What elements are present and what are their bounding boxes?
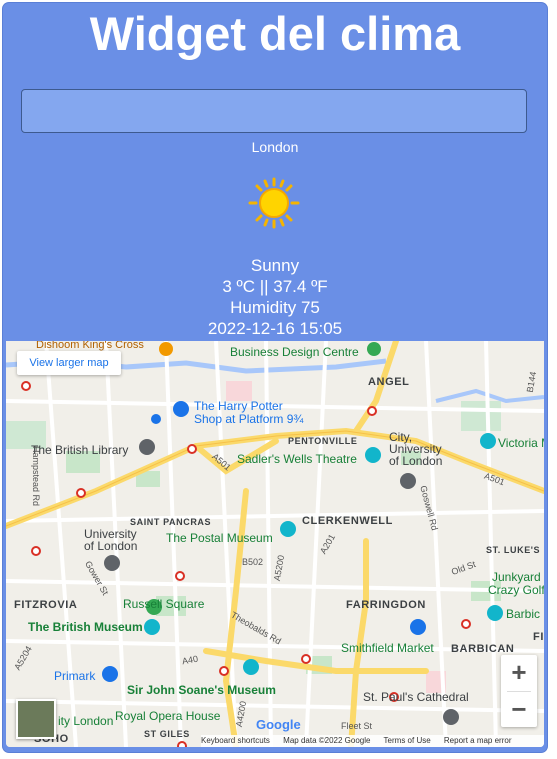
map-area-label: FITZROVIA [14,599,78,611]
map-place-label[interactable]: Barbic [506,607,540,621]
road-label: B502 [242,557,264,567]
map-area-label: FI [533,631,544,643]
temperature: 3 ºC || 37.4 ºF [222,277,328,296]
map-place-label[interactable]: Victoria M [498,436,544,450]
map-area-label: ST. LUKE'S [486,545,541,555]
map-area-label: ST GILES [144,729,190,739]
map-area-label: ANGEL [368,376,410,388]
map-place-label[interactable]: St. Paul's Cathedral [363,690,469,704]
map-place-label[interactable]: The British Library [31,443,128,457]
road-label: Hampstead Rd [31,445,42,507]
map-place-label[interactable]: Shop at Platform 9¾ [194,412,303,426]
weather-widget: Widget del clima London Sunny 3 ºC || 37… [3,3,547,752]
map-place-label[interactable]: Smithfield Market [341,641,434,655]
map-area-label: PENTONVILLE [288,436,358,446]
map-area-label: FARRINGDON [346,599,426,611]
satellite-toggle[interactable] [16,699,56,739]
map-place-label[interactable]: Royal Opera House [115,709,220,723]
google-logo-text: Google [256,717,301,732]
city-search-input[interactable] [21,89,527,133]
map-place-label[interactable]: Sadler's Wells Theatre [237,452,357,466]
zoom-controls: + − [501,655,537,727]
map-place-label[interactable]: Russell Square [123,597,204,611]
sun-icon [248,177,300,229]
humidity: Humidity 75 [230,298,320,317]
datetime: 2022-12-16 15:05 [207,319,343,338]
city-name: London [251,139,299,155]
weather-condition: Sunny [250,256,300,275]
map-place-label[interactable]: Crazy Golf [488,583,544,597]
map-place-label[interactable]: of London [84,539,137,553]
map-place-label[interactable]: The Postal Museum [166,531,273,545]
map-embed[interactable]: ANGEL PENTONVILLE CLERKENWELL SAINT PANC… [6,341,544,747]
map-area-label: SAINT PANCRAS [130,517,212,527]
map-data-text: Map data ©2022 Google [283,736,371,745]
map-place-label[interactable]: Junkyard [492,570,541,584]
terms-link[interactable]: Terms of Use [384,736,431,745]
road-label: Fleet St [341,721,373,731]
map-footer: Keyboard shortcuts Map data ©2022 Google… [201,735,544,747]
page-title: Widget del clima [89,7,461,60]
map-place-label[interactable]: The Harry Potter [194,399,283,413]
map-place-label[interactable]: Dishoom King's Cross [36,341,144,351]
google-logo: Google [256,717,301,732]
view-larger-map-link[interactable]: View larger map [17,351,121,375]
map-place-label[interactable]: of London [389,454,442,468]
map-area-label: CLERKENWELL [302,515,393,527]
map-area-label: BARBICAN [451,643,515,655]
map-place-label[interactable]: ity London [58,714,113,728]
keyboard-shortcuts-link[interactable]: Keyboard shortcuts [201,736,270,745]
map-place-label[interactable]: The British Museum [28,620,143,634]
map-place-label[interactable]: Primark [54,669,95,683]
zoom-in-button[interactable]: + [501,655,537,691]
zoom-out-button[interactable]: − [501,692,537,727]
report-error-link[interactable]: Report a map error [444,736,512,745]
map-place-label[interactable]: Sir John Soane's Museum [127,683,276,697]
map-place-label[interactable]: Business Design Centre [230,345,359,359]
